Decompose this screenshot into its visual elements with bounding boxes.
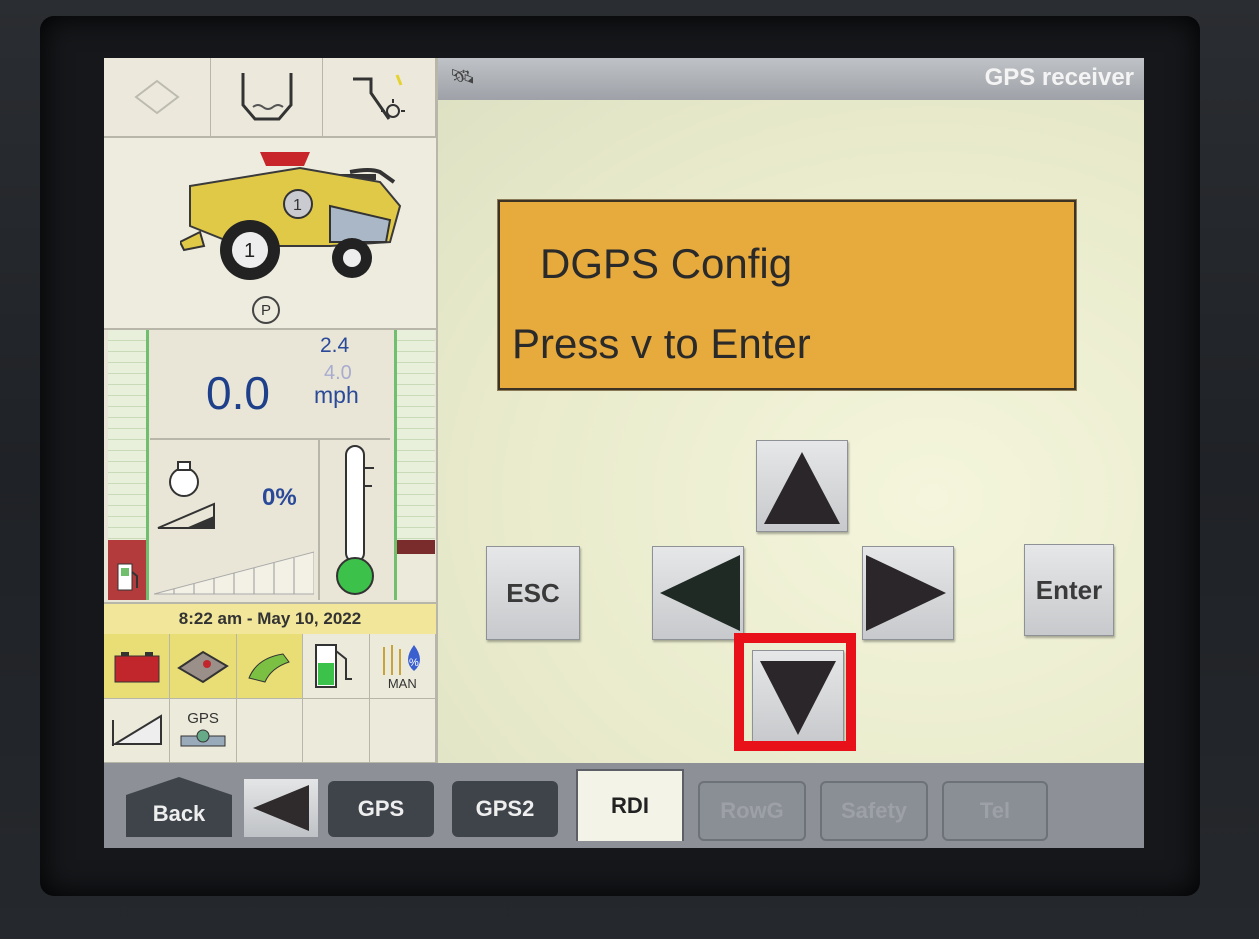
triangle-left-icon: [253, 785, 309, 831]
service-icon[interactable]: [170, 634, 237, 699]
title-bar: 🛰 GPS receiver: [438, 58, 1144, 100]
tab-tel[interactable]: Tel: [942, 781, 1048, 841]
combine-status: 1 1 P: [104, 138, 436, 330]
svg-text:1: 1: [293, 197, 302, 214]
indicator-grid: % MAN GPS: [104, 634, 436, 763]
tab-rdi[interactable]: RDI: [576, 769, 684, 841]
empty-indicator-3: [369, 698, 436, 763]
moisture-icon[interactable]: % MAN: [369, 634, 436, 699]
combine-icon: 1 1: [180, 152, 402, 280]
triangle-left-icon: [660, 555, 740, 631]
load-scale: [154, 551, 314, 595]
header-icon[interactable]: [236, 634, 304, 699]
back-button[interactable]: Back: [126, 777, 232, 837]
speed-area: 0.0 2.4 4.0 mph 0%: [104, 330, 436, 600]
esc-button[interactable]: ESC: [486, 546, 580, 640]
load-ramp-icon: [157, 502, 215, 529]
tab-bar: Back GPS GPS2 RDI RowG Safety Tel: [104, 763, 1144, 848]
rdi-display: DGPS Config Press v to Enter: [498, 200, 1076, 390]
empty-indicator-1: [236, 698, 304, 763]
slope-icon[interactable]: [104, 698, 171, 763]
status-panel: 1 1 P 0.0 2.4 4.0 mph 0% 8:22 am - May 1…: [104, 58, 438, 763]
def-level-indicator: [394, 540, 435, 600]
svg-text:%: %: [409, 657, 419, 669]
ground-speed-value: 0.0: [206, 367, 270, 419]
fuel-icon: [117, 563, 138, 591]
tab-gps[interactable]: GPS: [328, 781, 434, 837]
tab-gps2[interactable]: GPS2: [452, 781, 558, 837]
park-indicator: P: [252, 296, 280, 324]
main-panel: DGPS Config Press v to Enter ESC Enter: [438, 100, 1144, 763]
engine-load-box: 0%: [150, 440, 320, 600]
top-icon-row: [104, 58, 437, 138]
tab-rowg[interactable]: RowG: [698, 781, 806, 841]
rdi-line-2: Press v to Enter: [512, 320, 811, 367]
unload-auger-icon[interactable]: [323, 58, 437, 136]
gps-receiver-icon: [180, 729, 226, 747]
up-arrow-button[interactable]: [756, 440, 848, 532]
engine-icon: [169, 461, 199, 497]
page-title: GPS receiver: [984, 64, 1134, 91]
prev-page-button[interactable]: [244, 779, 318, 837]
svg-text:1: 1: [244, 240, 255, 262]
triangle-right-icon: [866, 555, 946, 631]
gps-status-label: GPS: [187, 709, 219, 727]
enter-button[interactable]: Enter: [1024, 544, 1114, 636]
right-arrow-button[interactable]: [862, 546, 954, 640]
coolant-temp: [320, 440, 392, 600]
tab-safety[interactable]: Safety: [820, 781, 928, 841]
moisture-mode-label: MAN: [387, 676, 417, 692]
triangle-up-icon: [764, 452, 840, 524]
thermometer-icon: [336, 445, 374, 595]
satellite-icon: 🛰: [450, 66, 476, 88]
def-icon[interactable]: [303, 634, 370, 699]
battery-icon[interactable]: [104, 634, 171, 699]
date-time: 8:22 am - May 10, 2022: [104, 602, 436, 634]
down-arrow-highlight: [734, 633, 856, 751]
rdi-line-1: DGPS Config: [540, 240, 793, 287]
fuel-low-indicator: [108, 540, 146, 600]
engine-load-value: 0%: [262, 484, 297, 511]
left-arrow-button[interactable]: [652, 546, 744, 640]
empty-indicator-2: [303, 698, 370, 763]
gps-status-cell[interactable]: GPS: [170, 698, 237, 763]
screen: 1 1 P 0.0 2.4 4.0 mph 0% 8:22 am - May 1…: [104, 58, 1144, 848]
speed-unit: mph: [314, 382, 359, 408]
grain-tank-icon[interactable]: [210, 58, 324, 136]
header-control-icon[interactable]: [104, 58, 211, 136]
right-bar-gauge: [394, 330, 435, 540]
ground-speed-box: 0.0 2.4 4.0 mph: [150, 330, 390, 440]
speed-setpoint-1: 2.4: [320, 334, 350, 357]
